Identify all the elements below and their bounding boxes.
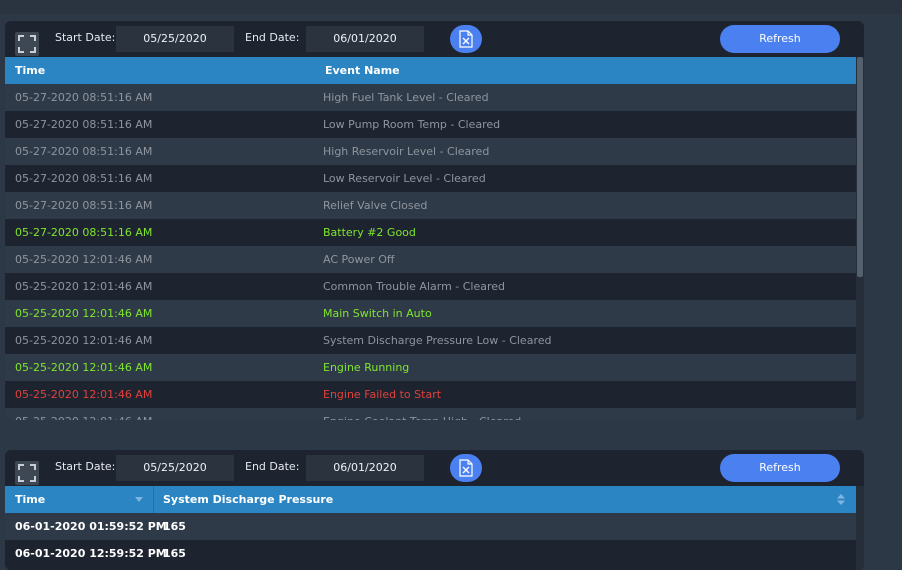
event-log-toolbar: Start Date: 05/25/2020 End Date: 06/01/2… [5, 21, 864, 57]
end-date-label: End Date: [245, 31, 300, 44]
event-name-cell: Common Trouble Alarm - Cleared [323, 280, 506, 293]
event-name-cell: Engine Running [323, 361, 410, 374]
event-time-cell: 05-27-2020 08:51:16 AM [15, 118, 153, 131]
event-name-cell: Battery #2 Good [323, 226, 416, 239]
column-header-system-discharge-pressure[interactable]: System Discharge Pressure [163, 486, 333, 513]
table-row[interactable]: 05-27-2020 08:51:16 AM High Fuel Tank Lev… [5, 84, 856, 111]
excel-icon [459, 30, 473, 48]
event-time-cell: 05-25-2020 12:01:46 AM [15, 388, 153, 401]
excel-icon [459, 459, 473, 477]
event-name-cell: Engine Failed to Start [323, 388, 442, 401]
table-row[interactable]: 05-25-2020 12:01:46 AM Engine Failed to S… [5, 381, 856, 408]
end-date-input[interactable]: 06/01/2020 [306, 455, 424, 481]
table-row[interactable]: 06-01-2020 01:59:52 PM 165 [5, 513, 856, 540]
event-log-panel: Start Date: 05/25/2020 End Date: 06/01/2… [5, 21, 864, 420]
pressure-value-cell: 165 [163, 520, 186, 533]
table-row[interactable]: 05-25-2020 12:01:46 AM System Discharge P… [5, 327, 856, 354]
event-table-body: 05-27-2020 08:51:16 AM High Fuel Tank Lev… [5, 84, 856, 420]
event-table-header: Time Event Name [5, 57, 856, 84]
event-time-cell: 05-25-2020 12:01:46 AM [15, 408, 152, 420]
table-row[interactable]: 05-25-2020 12:01:46 AM Common Trouble Ala… [5, 273, 856, 300]
pressure-table-scrollbar-track[interactable] [856, 486, 864, 570]
pressure-time-cell: 06-01-2020 12:59:52 PM [15, 547, 167, 560]
event-time-cell: 05-25-2020 12:01:46 AM [15, 361, 153, 374]
pressure-toolbar: Start Date: 05/25/2020 End Date: 06/01/2… [5, 450, 864, 486]
start-date-input[interactable]: 05/25/2020 [116, 26, 234, 52]
table-row[interactable]: 05-27-2020 08:51:16 AM High Reservoir Lev… [5, 138, 856, 165]
expand-corners-icon [18, 35, 36, 53]
sort-desc-icon[interactable] [135, 497, 143, 502]
top-strip [0, 0, 902, 14]
start-date-label: Start Date: [55, 460, 116, 473]
event-name-cell: System Discharge Pressure Low - Cleared [323, 334, 552, 347]
event-time-cell: 05-25-2020 12:01:46 AM [15, 280, 153, 293]
pressure-history-panel: Start Date: 05/25/2020 End Date: 06/01/2… [5, 450, 864, 570]
end-date-label: End Date: [245, 460, 300, 473]
event-time-cell: 05-27-2020 08:51:16 AM [15, 226, 153, 239]
table-row[interactable]: 05-27-2020 08:51:16 AM Relief Valve Close… [5, 192, 856, 219]
pressure-time-cell: 06-01-2020 01:59:52 PM [15, 520, 167, 533]
column-header-time[interactable]: Time [15, 486, 45, 513]
event-name-cell: High Reservoir Level - Cleared [323, 145, 490, 158]
event-time-cell: 05-25-2020 12:01:46 AM [15, 334, 153, 347]
event-name-cell: Engine Coolant Temp High - Cleared [323, 408, 521, 420]
table-row[interactable]: 05-25-2020 12:01:46 AM AC Power Off [5, 246, 856, 273]
event-time-cell: 05-27-2020 08:51:16 AM [15, 199, 153, 212]
event-name-cell: High Fuel Tank Level - Cleared [323, 91, 489, 104]
column-header-time[interactable]: Time [15, 57, 45, 84]
expand-icon[interactable] [15, 32, 39, 56]
end-date-input[interactable]: 06/01/2020 [306, 26, 424, 52]
table-row[interactable]: 06-01-2020 12:59:52 PM 165 [5, 540, 856, 567]
event-name-cell: Low Pump Room Temp - Cleared [323, 118, 501, 131]
refresh-button[interactable]: Refresh [720, 454, 840, 482]
table-row[interactable]: 05-27-2020 08:51:16 AM Low Pump Room Temp… [5, 111, 856, 138]
export-excel-button[interactable] [450, 454, 482, 482]
column-divider [153, 486, 154, 513]
table-row[interactable]: 05-25-2020 12:01:46 AM Engine Running [5, 354, 856, 381]
expand-icon[interactable] [15, 461, 39, 485]
table-row[interactable]: 05-25-2020 12:01:46 AM Main Switch in Aut… [5, 300, 856, 327]
event-name-cell: Relief Valve Closed [323, 199, 428, 212]
pressure-table-body: 06-01-2020 01:59:52 PM 165 06-01-2020 12:5… [5, 513, 856, 567]
pressure-table-header: Time System Discharge Pressure [5, 486, 856, 513]
event-time-cell: 05-27-2020 08:51:16 AM [15, 91, 153, 104]
column-header-event-name[interactable]: Event Name [325, 57, 400, 84]
pressure-value-cell: 165 [163, 547, 186, 560]
table-row[interactable]: 05-27-2020 08:51:16 AM Low Reservoir Leve… [5, 165, 856, 192]
event-name-cell: Main Switch in Auto [323, 307, 432, 320]
event-time-cell: 05-27-2020 08:51:16 AM [15, 172, 153, 185]
event-time-cell: 05-25-2020 12:01:46 AM [15, 253, 153, 266]
table-row[interactable]: 05-27-2020 08:51:16 AM Battery #2 Good [5, 219, 856, 246]
start-date-label: Start Date: [55, 31, 116, 44]
expand-corners-icon [18, 464, 36, 482]
start-date-input[interactable]: 05/25/2020 [116, 455, 234, 481]
event-time-cell: 05-27-2020 08:51:16 AM [15, 145, 153, 158]
event-name-cell: Low Reservoir Level - Cleared [323, 172, 486, 185]
event-name-cell: AC Power Off [323, 253, 395, 266]
export-excel-button[interactable] [450, 25, 482, 53]
table-row[interactable]: 05-25-2020 12:01:46 AM Engine Coolant Tem… [5, 408, 856, 420]
event-time-cell: 05-25-2020 12:01:46 AM [15, 307, 153, 320]
sort-both-icon[interactable] [837, 494, 845, 505]
event-table-scrollbar-thumb[interactable] [857, 57, 863, 277]
refresh-button[interactable]: Refresh [720, 25, 840, 53]
